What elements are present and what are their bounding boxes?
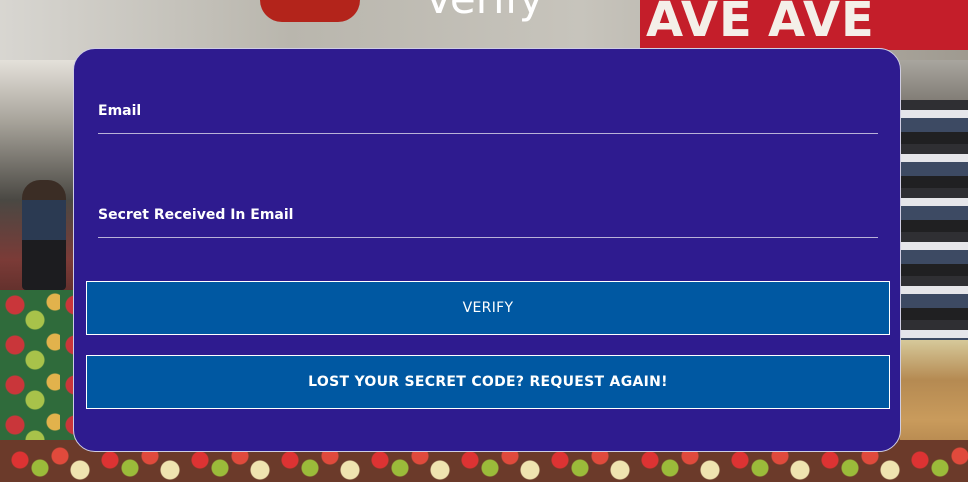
request-again-button[interactable]: LOST YOUR SECRET CODE? REQUEST AGAIN!: [86, 355, 890, 409]
secret-field[interactable]: Secret Received In Email: [98, 205, 878, 238]
page-title: Verify: [0, 0, 968, 23]
email-input[interactable]: [98, 101, 878, 133]
email-field[interactable]: Email: [98, 101, 878, 134]
background-produce-left: [0, 290, 75, 450]
verify-button[interactable]: VERIFY: [86, 281, 890, 335]
secret-input[interactable]: [98, 205, 878, 237]
verify-form-card: Email Secret Received In Email VERIFY LO…: [73, 48, 901, 452]
background-shopper: [22, 180, 66, 290]
